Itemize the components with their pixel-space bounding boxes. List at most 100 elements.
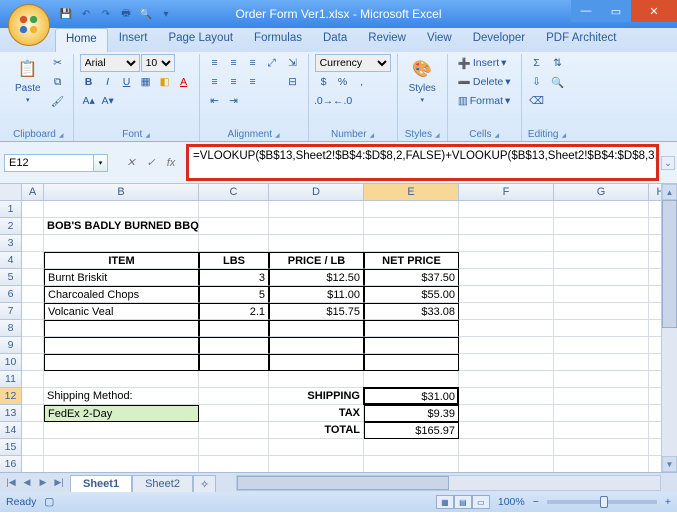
new-sheet-button[interactable]: ✧ (193, 475, 216, 493)
cell-A4[interactable] (22, 252, 44, 269)
row-header-13[interactable]: 13 (0, 405, 22, 422)
minimize-button[interactable]: — (571, 0, 601, 22)
cell-C2[interactable] (199, 218, 269, 235)
cell-D7[interactable]: $15.75 (269, 303, 364, 320)
cell-D12[interactable]: SHIPPING (269, 388, 364, 405)
find-select-button[interactable]: 🔍 (549, 73, 567, 91)
italic-button[interactable]: I (99, 73, 117, 91)
decrease-decimal-button[interactable]: ←.0 (334, 92, 352, 110)
cell-E1[interactable] (364, 201, 459, 218)
row-header-15[interactable]: 15 (0, 439, 22, 456)
increase-decimal-button[interactable]: .0→ (315, 92, 333, 110)
zoom-level[interactable]: 100% (498, 496, 525, 508)
tab-review[interactable]: Review (358, 28, 416, 52)
tab-page-layout[interactable]: Page Layout (158, 28, 243, 52)
column-header-G[interactable]: G (554, 184, 649, 201)
sheet-tab-1[interactable]: Sheet1 (70, 475, 132, 492)
cell-C5[interactable]: 3 (199, 269, 269, 286)
cell-F3[interactable] (459, 235, 554, 252)
cell-A11[interactable] (22, 371, 44, 388)
cell-B6[interactable]: Charcoaled Chops (44, 286, 199, 303)
cell-G8[interactable] (554, 320, 649, 337)
zoom-in-button[interactable]: + (665, 496, 671, 508)
cell-B13[interactable]: FedEx 2-Day (44, 405, 199, 422)
cell-F13[interactable] (459, 405, 554, 422)
align-center-button[interactable]: ≡ (225, 73, 243, 91)
cell-A7[interactable] (22, 303, 44, 320)
font-name-select[interactable]: Arial (80, 54, 140, 72)
row-header-9[interactable]: 9 (0, 337, 22, 354)
tab-developer[interactable]: Developer (463, 28, 535, 52)
cell-C4[interactable]: LBS (199, 252, 269, 269)
undo-icon[interactable]: ↶ (78, 6, 94, 22)
cell-E9[interactable] (364, 337, 459, 354)
cell-C12[interactable] (199, 388, 269, 405)
zoom-out-button[interactable]: − (533, 496, 539, 508)
cell-B10[interactable] (44, 354, 199, 371)
cell-C1[interactable] (199, 201, 269, 218)
cell-A14[interactable] (22, 422, 44, 439)
cell-E11[interactable] (364, 371, 459, 388)
cell-F6[interactable] (459, 286, 554, 303)
tab-view[interactable]: View (417, 28, 462, 52)
cell-D5[interactable]: $12.50 (269, 269, 364, 286)
print-preview-icon[interactable]: 🔍 (138, 6, 154, 22)
align-top-button[interactable]: ≡ (206, 54, 224, 72)
cell-A9[interactable] (22, 337, 44, 354)
column-header-C[interactable]: C (199, 184, 269, 201)
tab-home[interactable]: Home (55, 28, 108, 52)
cell-D9[interactable] (269, 337, 364, 354)
comma-format-button[interactable]: , (353, 73, 371, 91)
cell-D15[interactable] (269, 439, 364, 456)
name-box-dropdown[interactable]: ▾ (94, 154, 108, 172)
bold-button[interactable]: B (80, 73, 98, 91)
cell-C11[interactable] (199, 371, 269, 388)
cell-E16[interactable] (364, 456, 459, 473)
cell-E4[interactable]: NET PRICE (364, 252, 459, 269)
cell-A8[interactable] (22, 320, 44, 337)
tab-insert[interactable]: Insert (109, 28, 158, 52)
cell-D3[interactable] (269, 235, 364, 252)
cell-B2[interactable]: BOB'S BADLY BURNED BBQ (44, 218, 199, 235)
cell-C15[interactable] (199, 439, 269, 456)
cancel-formula-button[interactable]: ✕ (122, 154, 140, 172)
row-header-10[interactable]: 10 (0, 354, 22, 371)
cell-E15[interactable] (364, 439, 459, 456)
sort-filter-button[interactable]: ⇅ (549, 54, 567, 72)
grow-font-button[interactable]: A▴ (80, 92, 98, 110)
cell-E10[interactable] (364, 354, 459, 371)
cell-F2[interactable] (459, 218, 554, 235)
fill-button[interactable]: ⇩ (528, 73, 546, 91)
macro-record-icon[interactable]: ▢ (44, 496, 54, 508)
cell-F12[interactable] (459, 388, 554, 405)
tab-data[interactable]: Data (313, 28, 357, 52)
cell-G10[interactable] (554, 354, 649, 371)
tab-formulas[interactable]: Formulas (244, 28, 312, 52)
select-all-corner[interactable] (0, 184, 22, 201)
row-header-2[interactable]: 2 (0, 218, 22, 235)
cell-G15[interactable] (554, 439, 649, 456)
tab-pdf-architect[interactable]: PDF Architect (536, 28, 626, 52)
vscroll-thumb[interactable] (662, 200, 677, 328)
qat-customize-icon[interactable]: ▾ (158, 6, 174, 22)
cell-C9[interactable] (199, 337, 269, 354)
cell-B3[interactable] (44, 235, 199, 252)
sheet-first-button[interactable]: |◀ (3, 475, 19, 491)
cell-F8[interactable] (459, 320, 554, 337)
cell-C13[interactable] (199, 405, 269, 422)
orientation-button[interactable]: ⤢ (263, 54, 281, 72)
cell-D10[interactable] (269, 354, 364, 371)
cell-styles-button[interactable]: 🎨 Styles ▾ (404, 54, 441, 107)
cell-G5[interactable] (554, 269, 649, 286)
format-painter-button[interactable]: 🖌 (49, 92, 67, 110)
cell-B5[interactable]: Burnt Briskit (44, 269, 199, 286)
cell-G3[interactable] (554, 235, 649, 252)
cell-D11[interactable] (269, 371, 364, 388)
cell-A3[interactable] (22, 235, 44, 252)
spreadsheet-grid[interactable]: ABCDEFGH 12345678910111213141516 BOB'S B… (0, 184, 677, 514)
cell-F14[interactable] (459, 422, 554, 439)
cell-A13[interactable] (22, 405, 44, 422)
cell-A5[interactable] (22, 269, 44, 286)
align-bottom-button[interactable]: ≡ (244, 54, 262, 72)
column-header-E[interactable]: E (364, 184, 459, 201)
